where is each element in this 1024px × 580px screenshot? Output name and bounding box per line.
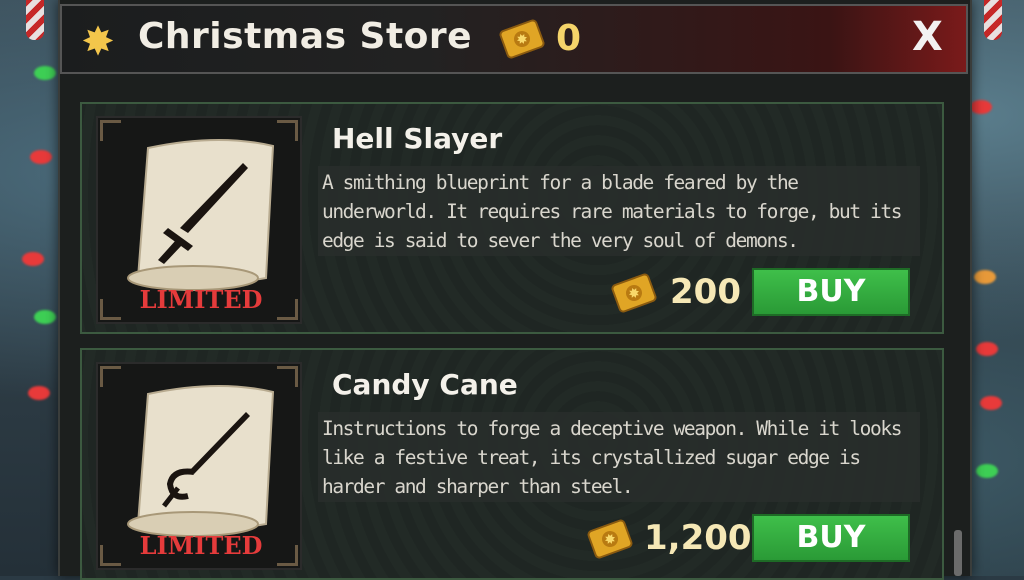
holiday-light — [22, 252, 44, 266]
candy-cane-decoration — [984, 0, 1002, 40]
holiday-light — [970, 100, 992, 114]
store-item-card: LIMITED Candy Cane Instructions to forge… — [80, 348, 944, 580]
item-description: Instructions to forge a deceptive weapon… — [322, 417, 902, 498]
item-price: 1,200 — [644, 518, 752, 558]
limited-badge: LIMITED — [139, 285, 263, 314]
store-title: Christmas Store — [138, 16, 473, 57]
golden-ticket-icon: ✸ — [610, 272, 658, 314]
holiday-light — [28, 386, 50, 400]
item-description-box: A smithing blueprint for a blade feared … — [318, 166, 920, 256]
item-name: Candy Cane — [332, 368, 518, 401]
sun-star-icon: ✸ — [81, 19, 115, 65]
item-description-box: Instructions to forge a deceptive weapon… — [318, 412, 920, 502]
holiday-light — [976, 464, 998, 478]
item-price: 200 — [670, 272, 741, 312]
holiday-light — [34, 66, 56, 80]
item-description: A smithing blueprint for a blade feared … — [322, 171, 902, 252]
candy-cane-decoration — [26, 0, 44, 40]
holiday-light — [34, 310, 56, 324]
item-thumbnail: LIMITED — [96, 362, 302, 570]
holiday-light — [974, 270, 996, 284]
limited-badge: LIMITED — [139, 531, 263, 560]
cane-blueprint-scroll-icon — [127, 385, 275, 537]
item-name: Hell Slayer — [332, 122, 503, 155]
item-thumbnail: LIMITED — [96, 116, 302, 324]
close-button[interactable]: X — [912, 14, 943, 60]
currency-balance: 0 — [556, 18, 582, 59]
scrollbar-thumb[interactable] — [954, 530, 962, 576]
holiday-light — [980, 396, 1002, 410]
buy-button[interactable]: BUY — [752, 514, 910, 562]
golden-ticket-icon: ✸ — [586, 518, 634, 560]
sword-blueprint-scroll-icon — [127, 139, 275, 291]
holiday-light — [30, 150, 52, 164]
store-item-card: LIMITED Hell Slayer A smithing blueprint… — [80, 102, 944, 334]
buy-button[interactable]: BUY — [752, 268, 910, 316]
holiday-light — [976, 342, 998, 356]
